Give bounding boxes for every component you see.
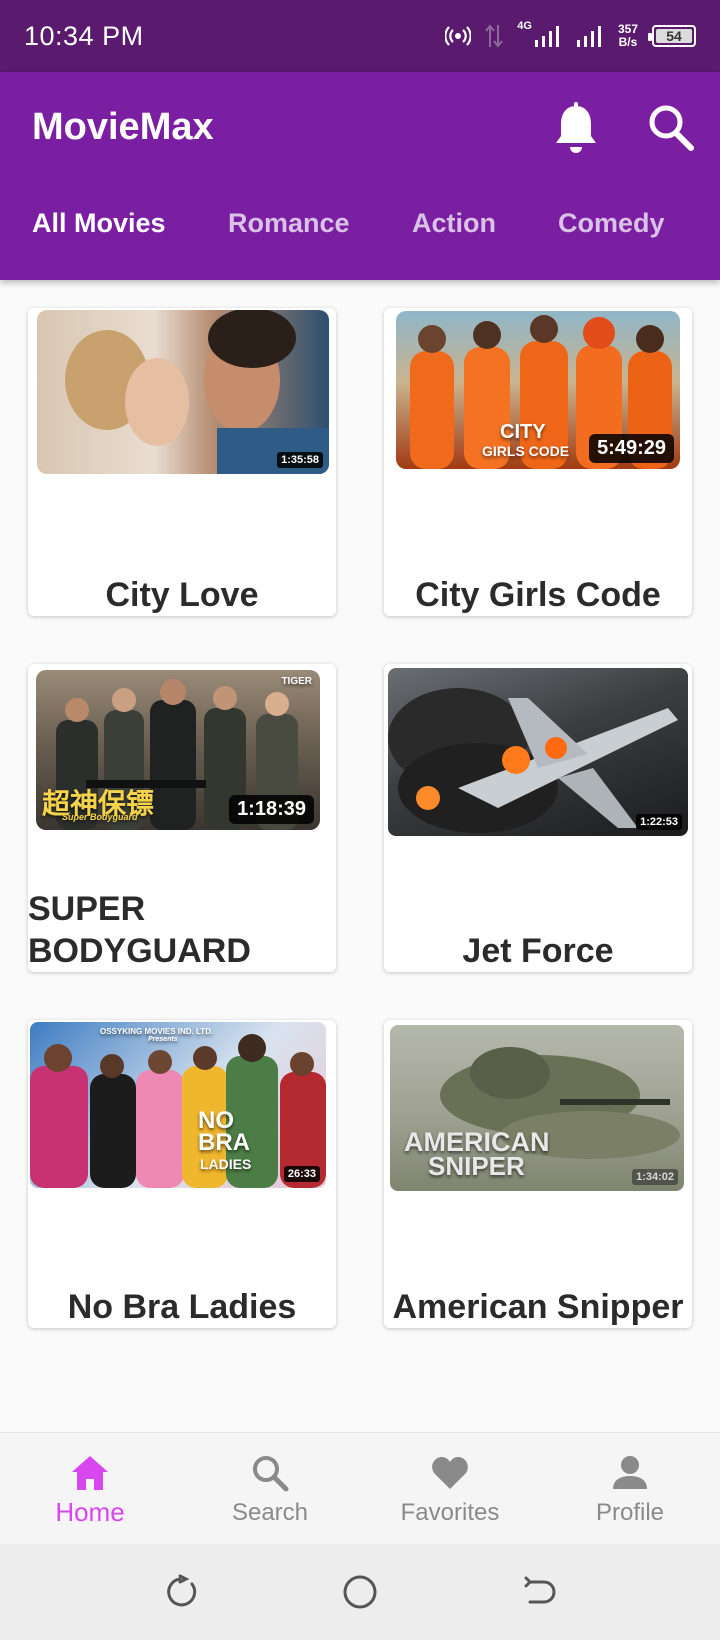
tab-comedy[interactable]: Comedy xyxy=(558,208,665,239)
thumbnail-text: GIRLS CODE xyxy=(482,443,570,459)
movie-title: No Bra Ladies xyxy=(67,1288,297,1326)
thumbnail-art xyxy=(30,1034,326,1188)
person-icon xyxy=(613,1456,647,1489)
movie-title: City Love xyxy=(105,576,259,614)
thumbnail-text: TIGER xyxy=(281,676,312,687)
movie-title: City Girls Code xyxy=(415,576,661,614)
nav-label: Home xyxy=(55,1497,125,1527)
category-tabs: All Movies Romance Action Comedy xyxy=(0,208,720,262)
heart-icon xyxy=(432,1457,468,1489)
thumbnail-text: OSSYKING MOVIES IND. LTD. xyxy=(100,1027,214,1036)
thumbnail-text: SNIPER xyxy=(428,1151,525,1181)
duration-badge: 1:18:39 xyxy=(229,795,314,824)
status-time: 10:34 PM xyxy=(24,20,144,51)
nav-label: Search xyxy=(231,1499,309,1526)
home-button-icon[interactable] xyxy=(342,1574,378,1610)
duration-badge: 1:22:53 xyxy=(636,814,682,830)
movie-title: Jet Force xyxy=(462,932,614,970)
back-icon[interactable] xyxy=(522,1574,558,1610)
recent-apps-icon[interactable] xyxy=(162,1574,198,1610)
duration-badge: 26:33 xyxy=(283,1166,320,1182)
thumbnail-text: Presents xyxy=(148,1036,178,1043)
movie-card-city-love[interactable]: 1:35:58 City Love xyxy=(28,308,336,616)
app-title: MovieMax xyxy=(32,106,214,148)
duration-badge: 1:35:58 xyxy=(277,452,323,468)
network-type: 4G xyxy=(517,20,532,32)
movie-thumbnail[interactable]: TIGER 超神保镖 Super Bodyguard 1:18:39 xyxy=(36,670,320,830)
system-navigation-bar xyxy=(0,1544,720,1640)
nav-search[interactable]: Search xyxy=(180,1433,360,1545)
home-icon xyxy=(72,1456,108,1490)
thumbnail-text: BRA xyxy=(198,1129,250,1156)
movie-thumbnail[interactable]: CITY GIRLS CODE 5:49:29 xyxy=(396,311,680,469)
thumbnail-art xyxy=(65,310,329,474)
movie-thumbnail[interactable]: 1:35:58 xyxy=(37,310,329,474)
movie-title: American Snipper xyxy=(392,1288,684,1326)
signal-icon-1 xyxy=(534,26,559,47)
search-icon[interactable] xyxy=(646,102,696,154)
battery-icon: 54 xyxy=(648,25,696,47)
tab-all-movies[interactable]: All Movies xyxy=(32,208,166,239)
movie-card-city-girls-code[interactable]: CITY GIRLS CODE 5:49:29 City Girls Code xyxy=(384,308,692,616)
movie-thumbnail[interactable]: AMERICAN SNIPER 1:34:02 xyxy=(390,1025,684,1191)
nav-profile[interactable]: Profile xyxy=(540,1433,720,1545)
status-icons: 4G 357 B/s 54 xyxy=(445,20,696,49)
app-bar: MovieMax All Movies Romance Action Comed… xyxy=(0,72,720,280)
tab-action[interactable]: Action xyxy=(412,208,496,239)
data-arrows-icon xyxy=(485,24,504,48)
nav-favorites[interactable]: Favorites xyxy=(360,1433,540,1545)
movie-card-no-bra-ladies[interactable]: OSSYKING MOVIES IND. LTD. Presents NO BR… xyxy=(28,1020,336,1328)
movie-card-jet-force[interactable]: 1:22:53 Jet Force xyxy=(384,664,692,972)
thumbnail-text: Super Bodyguard xyxy=(62,812,138,822)
thumbnail-text: LADIES xyxy=(200,1156,252,1172)
movie-title: SUPER BODYGUARD xyxy=(28,890,251,970)
movie-card-super-bodyguard[interactable]: TIGER 超神保镖 Super Bodyguard 1:18:39 SUPER… xyxy=(28,664,336,972)
movie-thumbnail[interactable]: OSSYKING MOVIES IND. LTD. Presents NO BR… xyxy=(30,1022,326,1188)
status-bar: 10:34 PM 4G 357 B/s 54 xyxy=(0,0,720,72)
net-speed: 357 B/s xyxy=(617,22,638,49)
nav-home[interactable]: Home xyxy=(0,1433,180,1545)
thumbnail-text: CITY xyxy=(500,421,546,443)
notification-bell-icon[interactable] xyxy=(552,102,600,158)
nav-label: Favorites xyxy=(400,1499,500,1526)
signal-icon-2 xyxy=(576,26,601,47)
duration-badge: 5:49:29 xyxy=(589,434,674,463)
bottom-navigation: Home Search Favorites Profile xyxy=(0,1432,720,1544)
movie-card-american-snipper[interactable]: AMERICAN SNIPER 1:34:02 American Snipper xyxy=(384,1020,692,1328)
duration-badge: 1:34:02 xyxy=(632,1169,678,1185)
hotspot-icon xyxy=(445,26,472,46)
tab-romance[interactable]: Romance xyxy=(228,208,350,239)
movie-thumbnail[interactable]: 1:22:53 xyxy=(388,668,688,836)
search-icon xyxy=(253,1456,289,1492)
thumbnail-art xyxy=(388,688,678,833)
nav-label: Profile xyxy=(595,1499,665,1526)
battery-level: 54 xyxy=(666,28,682,44)
